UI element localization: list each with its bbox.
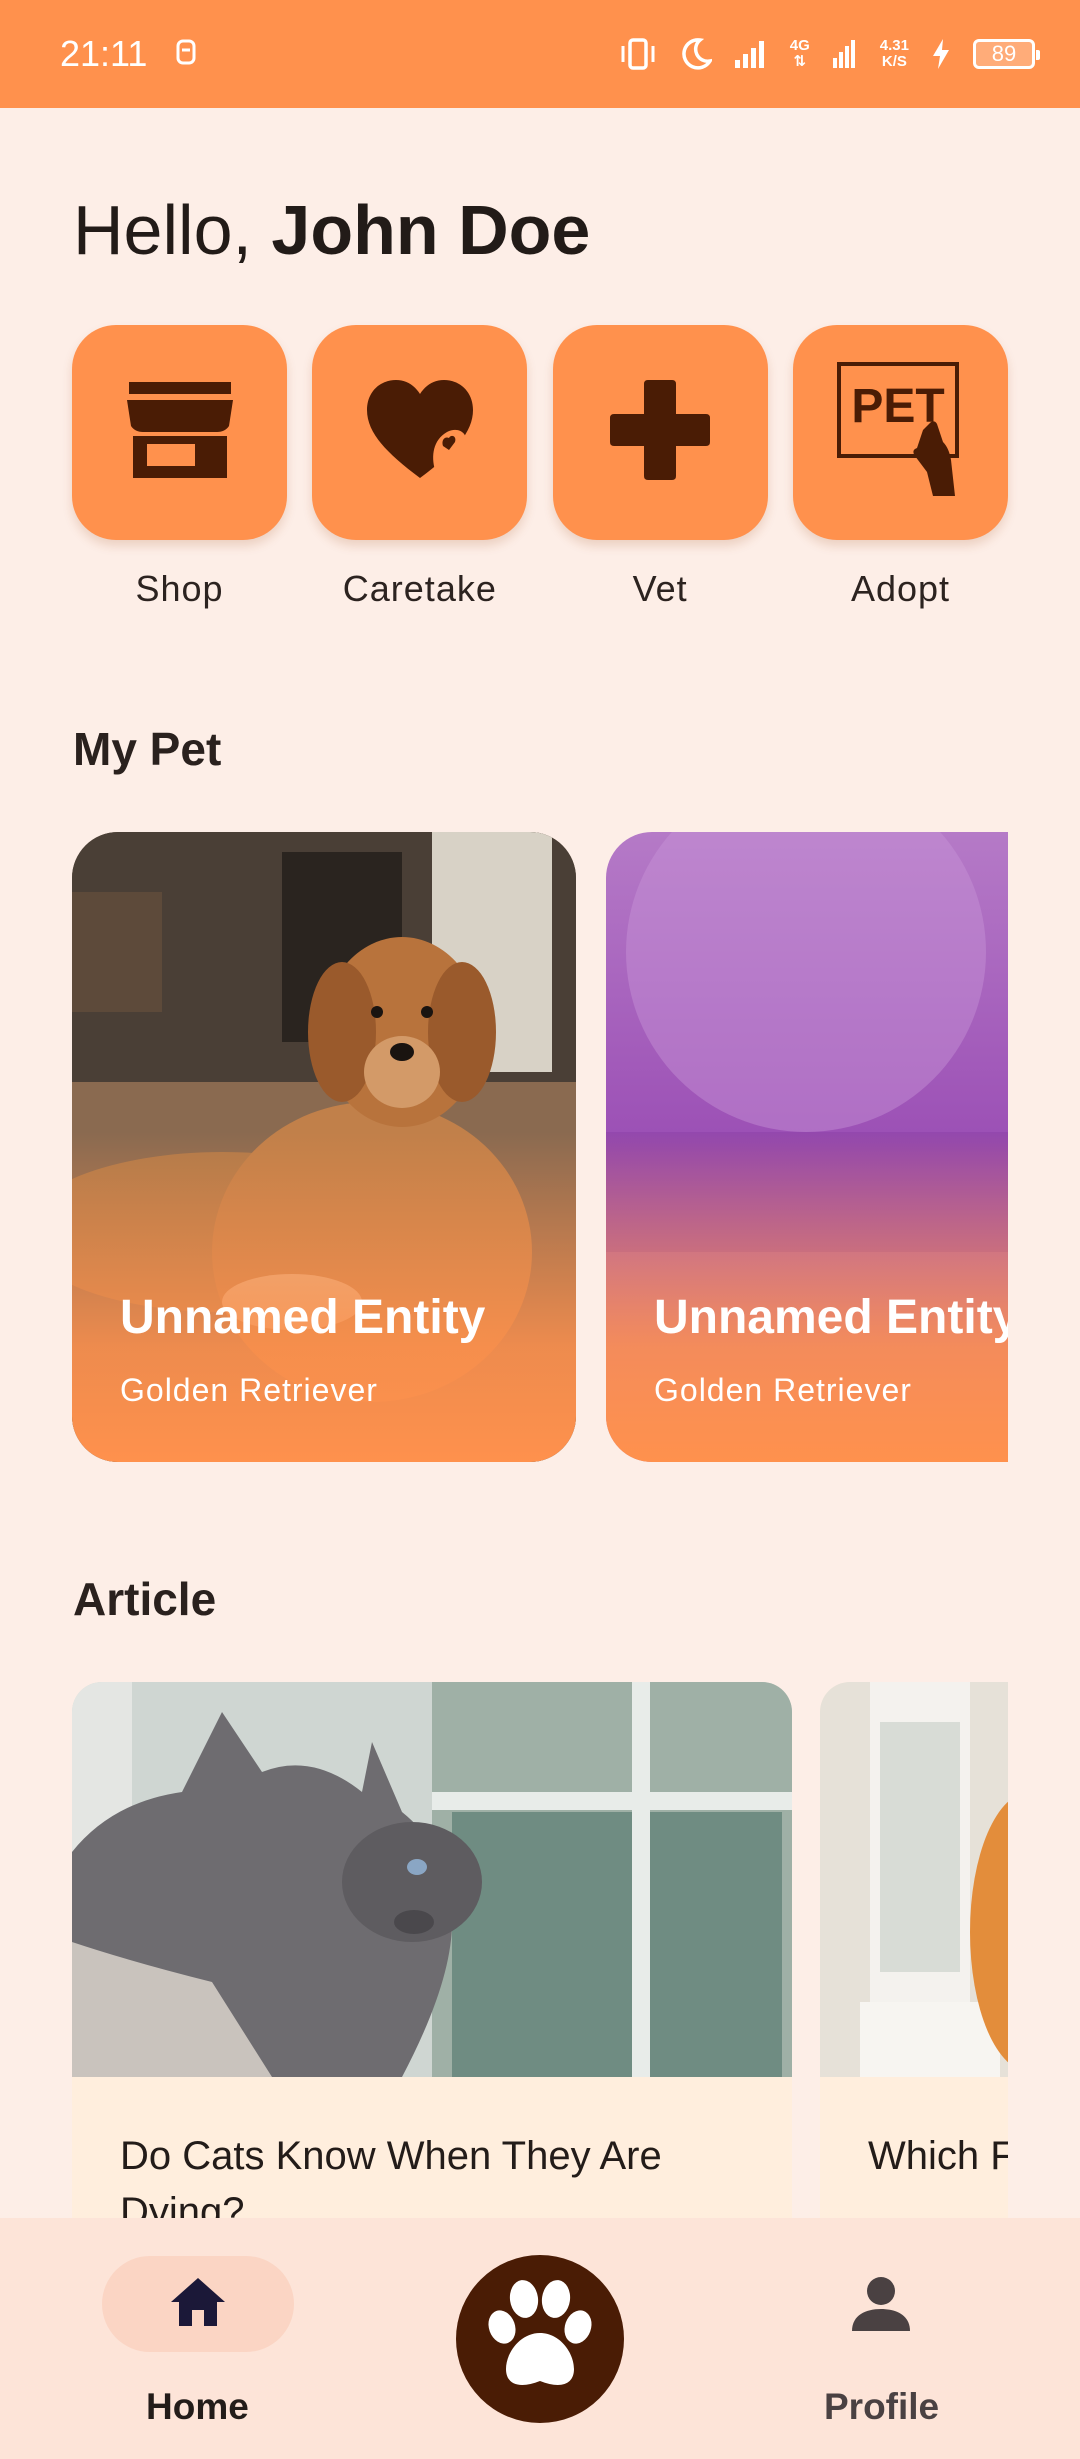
category-row: Shop Caretake Vet PET Adopt xyxy=(72,325,1008,615)
nav-profile-label[interactable]: Profile xyxy=(824,2386,939,2428)
my-pet-heading: My Pet xyxy=(73,723,222,775)
article-title: Do Cats Know When They Are Dying? xyxy=(120,2134,662,2222)
medical-cross-icon xyxy=(608,378,712,487)
nav-home-label[interactable]: Home xyxy=(146,2386,249,2428)
article-photo-cat xyxy=(72,1682,792,2077)
article-card[interactable]: Do Cats Know When They Are Dying? xyxy=(72,1682,792,2222)
network-speed: 4.31 K/S xyxy=(880,38,909,70)
pet-name: Unnamed Entity xyxy=(120,1291,486,1344)
battery-indicator: 89 xyxy=(973,39,1040,69)
category-shop-label: Shop xyxy=(135,568,224,609)
pet-breed: Golden Retriever xyxy=(120,1372,378,1408)
article-photo-window xyxy=(820,1682,1008,2077)
category-caretake-label: Caretake xyxy=(342,568,497,609)
category-caretake[interactable]: Caretake xyxy=(312,325,528,615)
nav-home-button[interactable] xyxy=(102,2256,294,2352)
profile-icon[interactable] xyxy=(850,2275,912,2338)
heart-hand-icon xyxy=(365,378,475,487)
paw-action-button[interactable] xyxy=(456,2255,624,2423)
greeting: Hello, John Doe xyxy=(73,190,590,270)
pet-breed: Golden Retriever xyxy=(654,1372,912,1408)
article-title: Which F Safe fo xyxy=(868,2134,1008,2178)
network-speed-unit: K/S xyxy=(881,53,907,70)
category-vet[interactable]: Vet xyxy=(552,325,768,615)
bottom-navigation: Home Profile xyxy=(0,2218,1080,2459)
greeting-prefix: Hello, xyxy=(73,191,272,269)
category-shop-tile[interactable] xyxy=(72,325,287,540)
category-vet-tile[interactable] xyxy=(552,325,768,540)
battery-level: 89 xyxy=(991,41,1017,66)
article-carousel[interactable]: Do Cats Know When They Are Dying? Which … xyxy=(72,1682,1008,2222)
pet-carousel[interactable]: Unnamed Entity Golden Retriever Unnamed … xyxy=(72,832,1008,1462)
network-type-label: 4G xyxy=(789,37,810,54)
signal-icon xyxy=(734,39,768,69)
pet-name: Unnamed Entity xyxy=(654,1291,1008,1344)
article-card[interactable]: Which F Safe fo xyxy=(820,1682,1008,2222)
category-adopt[interactable]: PET Adopt xyxy=(792,325,1008,615)
network-type: 4G ⇅ xyxy=(790,38,810,70)
category-vet-label: Vet xyxy=(632,568,688,609)
network-speed-value: 4.31 xyxy=(879,37,909,54)
category-adopt-tile[interactable]: PET xyxy=(792,325,1008,540)
pet-sign-icon: PET xyxy=(835,360,965,505)
storefront-icon xyxy=(125,380,235,485)
user-name: John Doe xyxy=(271,191,591,269)
category-shop[interactable]: Shop xyxy=(72,325,287,615)
status-time: 21:11 xyxy=(60,33,148,74)
charging-bolt-icon xyxy=(931,38,951,70)
pet-card[interactable]: Unnamed Entity Golden Retriever xyxy=(606,832,1008,1462)
network-arrows-icon: ⇅ xyxy=(793,53,807,70)
vibrate-icon xyxy=(618,37,658,71)
notification-icon xyxy=(175,33,197,75)
category-caretake-tile[interactable] xyxy=(312,325,528,540)
category-adopt-label: Adopt xyxy=(850,568,951,609)
pet-card[interactable]: Unnamed Entity Golden Retriever xyxy=(72,832,576,1462)
status-bar: 21:11 4G ⇅ 4.31 K/S 89 xyxy=(0,0,1080,108)
paw-icon xyxy=(480,2277,600,2402)
do-not-disturb-moon-icon xyxy=(680,37,712,71)
article-heading: Article xyxy=(73,1573,217,1625)
signal-icon-2 xyxy=(832,39,858,69)
home-icon xyxy=(169,2276,227,2333)
